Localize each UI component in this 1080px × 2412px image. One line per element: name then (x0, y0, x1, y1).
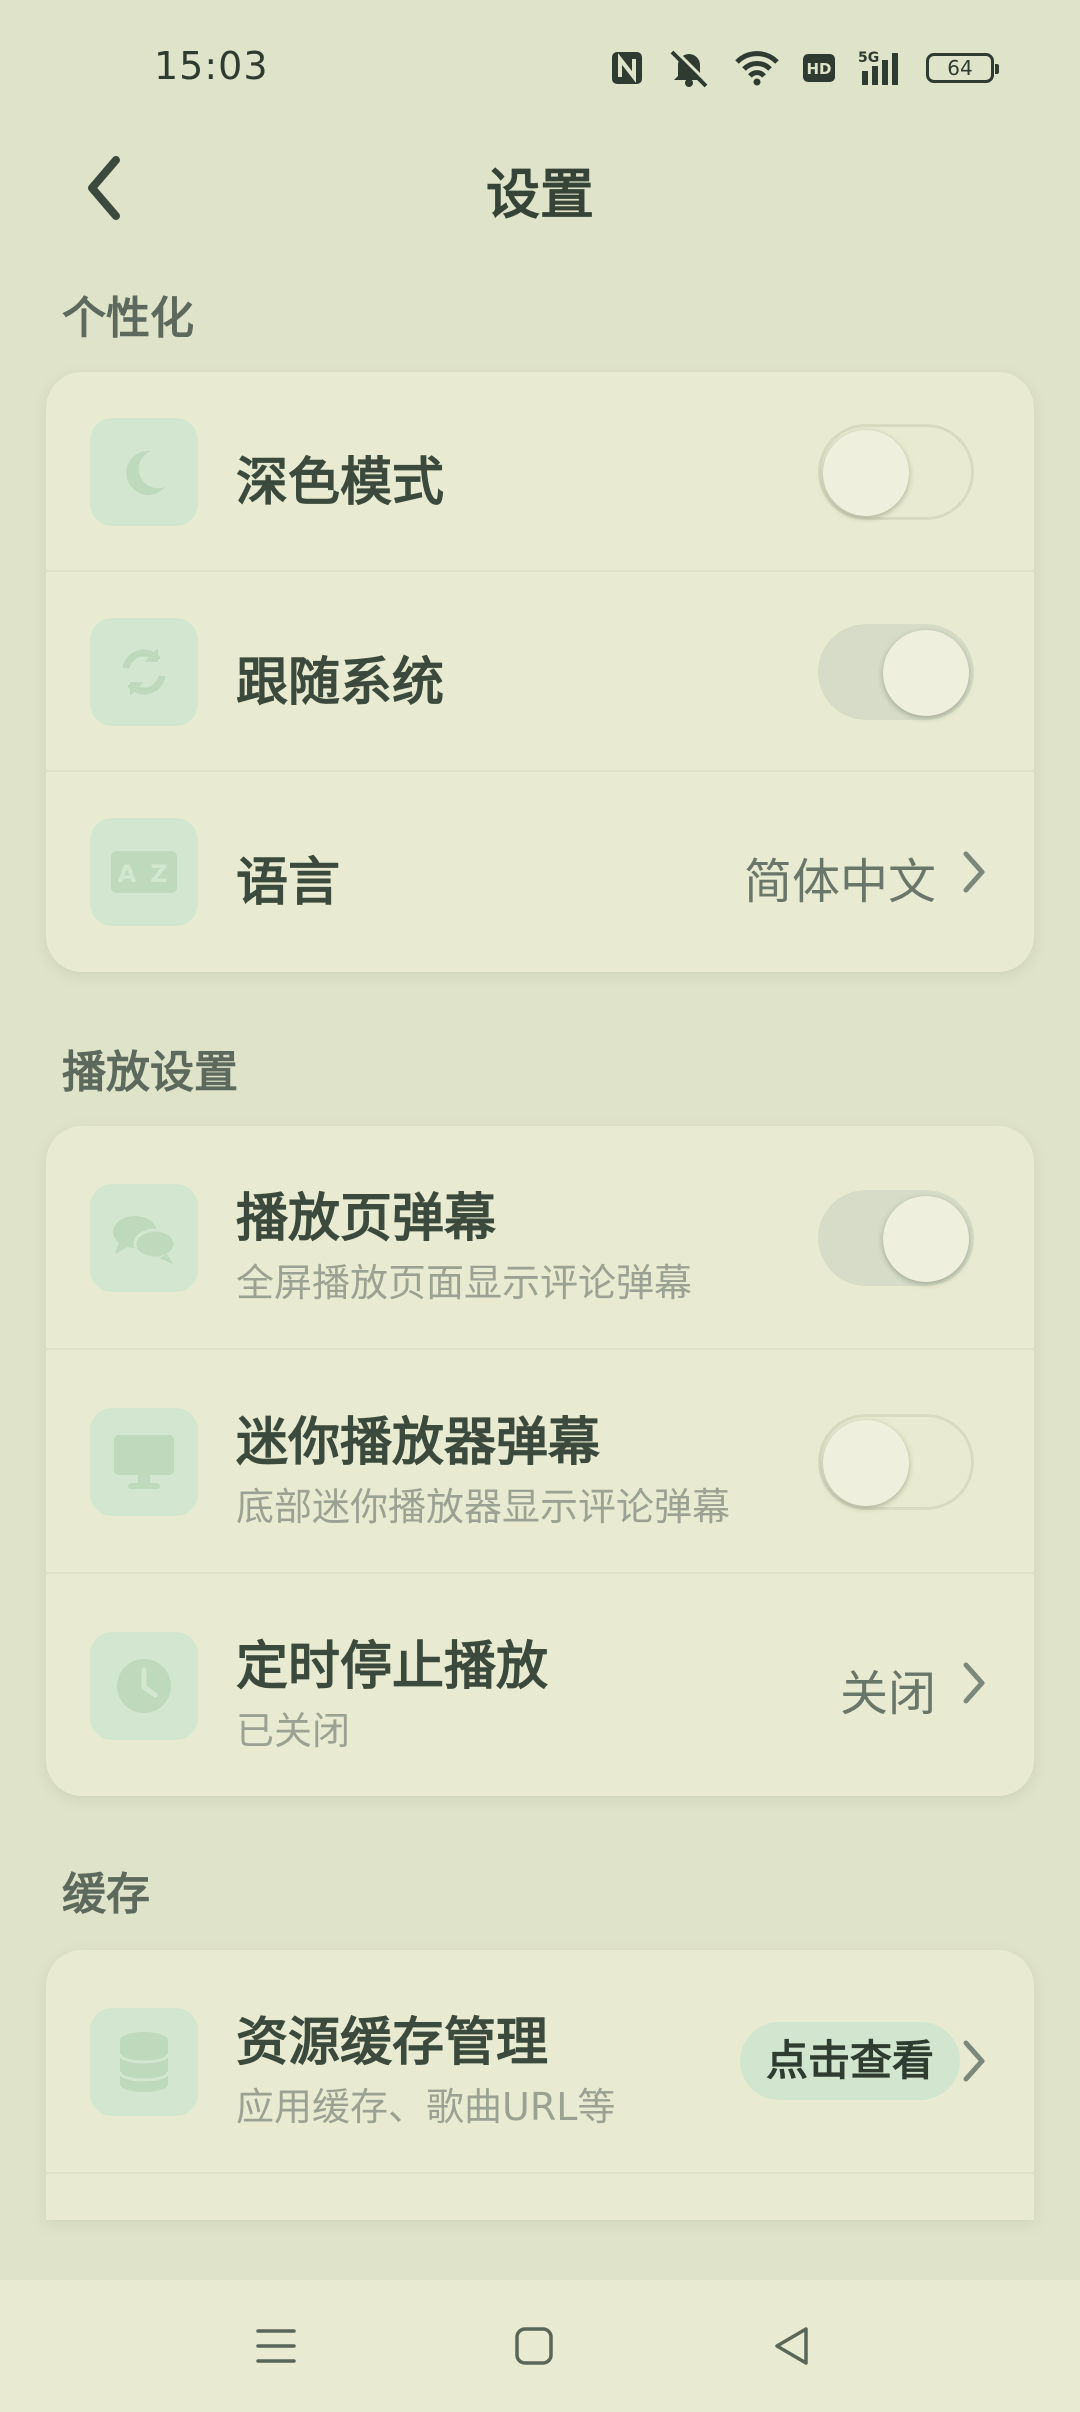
setting-row-follow-system[interactable]: 跟随系统 (46, 572, 1034, 772)
status-time: 15:03 (154, 44, 269, 88)
system-nav-bar (0, 2280, 1080, 2412)
nav-home-button[interactable] (494, 2308, 574, 2388)
toggle-knob (883, 630, 969, 716)
svg-text:A: A (118, 860, 137, 888)
moon-icon (90, 418, 198, 526)
translate-icon: AZ (90, 818, 198, 926)
database-icon (90, 2008, 198, 2116)
clock-icon (90, 1632, 198, 1740)
svg-text:Z: Z (150, 860, 167, 888)
section-title-personalization: 个性化 (62, 293, 194, 344)
dark-mode-toggle[interactable] (818, 424, 974, 520)
svg-text:5G: 5G (858, 50, 879, 66)
section-title-playback: 播放设置 (62, 1047, 238, 1098)
toggle-knob (823, 430, 909, 516)
setting-row-mini-danmaku[interactable]: 迷你播放器弹幕 底部迷你播放器显示评论弹幕 (46, 1350, 1034, 1574)
setting-row-resource-cache[interactable]: 资源缓存管理 应用缓存、歌曲URL等 点击查看 (46, 1950, 1034, 2174)
setting-row-dark-mode[interactable]: 深色模式 (46, 372, 1034, 572)
status-icons: HD 5G 64 (610, 46, 999, 90)
setting-sublabel: 底部迷你播放器显示评论弹幕 (236, 1485, 731, 1529)
status-bar: 15:03 HD 5G 64 (0, 0, 1080, 140)
toggle-knob (883, 1196, 969, 1282)
setting-label: 播放页弹幕 (236, 1189, 497, 1249)
chevron-right-icon (954, 1658, 994, 1708)
sync-icon (90, 618, 198, 726)
wifi-icon (734, 50, 780, 86)
app-bar: 设置 (0, 140, 1080, 240)
mini-danmaku-toggle[interactable] (818, 1414, 974, 1510)
personalization-card: 深色模式 跟随系统 AZ 语言 简体中文 (46, 372, 1034, 972)
battery-indicator: 64 (926, 53, 999, 83)
setting-row-timer[interactable]: 定时停止播放 已关闭 关闭 (46, 1574, 1034, 1796)
setting-sublabel: 已关闭 (236, 1709, 351, 1753)
language-value: 简体中文 (743, 854, 936, 910)
playback-card: 播放页弹幕 全屏播放页面显示评论弹幕 迷你播放器弹幕 底部迷你播放器显示评论弹幕… (46, 1126, 1034, 1796)
svg-text:HD: HD (806, 60, 831, 78)
page-title: 设置 (486, 163, 594, 226)
chat-bubbles-icon (90, 1184, 198, 1292)
setting-label: 深色模式 (236, 453, 445, 513)
monitor-icon (90, 1408, 198, 1516)
chevron-right-icon (954, 847, 994, 897)
signal-5g-icon: 5G (858, 49, 904, 87)
nav-menu-button[interactable] (236, 2308, 316, 2388)
setting-label: 定时停止播放 (236, 1637, 549, 1697)
chevron-right-icon (954, 2036, 994, 2086)
timer-value: 关闭 (839, 1666, 936, 1722)
follow-system-toggle[interactable] (818, 624, 974, 720)
toggle-knob (823, 1420, 909, 1506)
setting-label: 迷你播放器弹幕 (236, 1413, 601, 1473)
cache-card: 资源缓存管理 应用缓存、歌曲URL等 点击查看 (46, 1950, 1034, 2220)
setting-sublabel: 全屏播放页面显示评论弹幕 (236, 1261, 693, 1305)
setting-label: 语言 (236, 853, 341, 913)
menu-icon (256, 2328, 296, 2368)
hd-icon: HD (802, 53, 836, 83)
setting-row-player-danmaku[interactable]: 播放页弹幕 全屏播放页面显示评论弹幕 (46, 1126, 1034, 1350)
setting-row-language[interactable]: AZ 语言 简体中文 (46, 772, 1034, 972)
nav-back-button[interactable] (752, 2308, 832, 2388)
home-square-icon (514, 2326, 554, 2370)
mute-icon (666, 48, 712, 88)
setting-label: 资源缓存管理 (236, 2013, 549, 2073)
section-title-cache: 缓存 (62, 1869, 150, 1920)
back-triangle-icon (772, 2325, 812, 2371)
setting-label: 跟随系统 (236, 653, 445, 713)
setting-sublabel: 应用缓存、歌曲URL等 (236, 2085, 616, 2129)
nfc-icon (610, 50, 644, 86)
view-cache-badge[interactable]: 点击查看 (739, 2022, 960, 2100)
player-danmaku-toggle[interactable] (818, 1190, 974, 1286)
